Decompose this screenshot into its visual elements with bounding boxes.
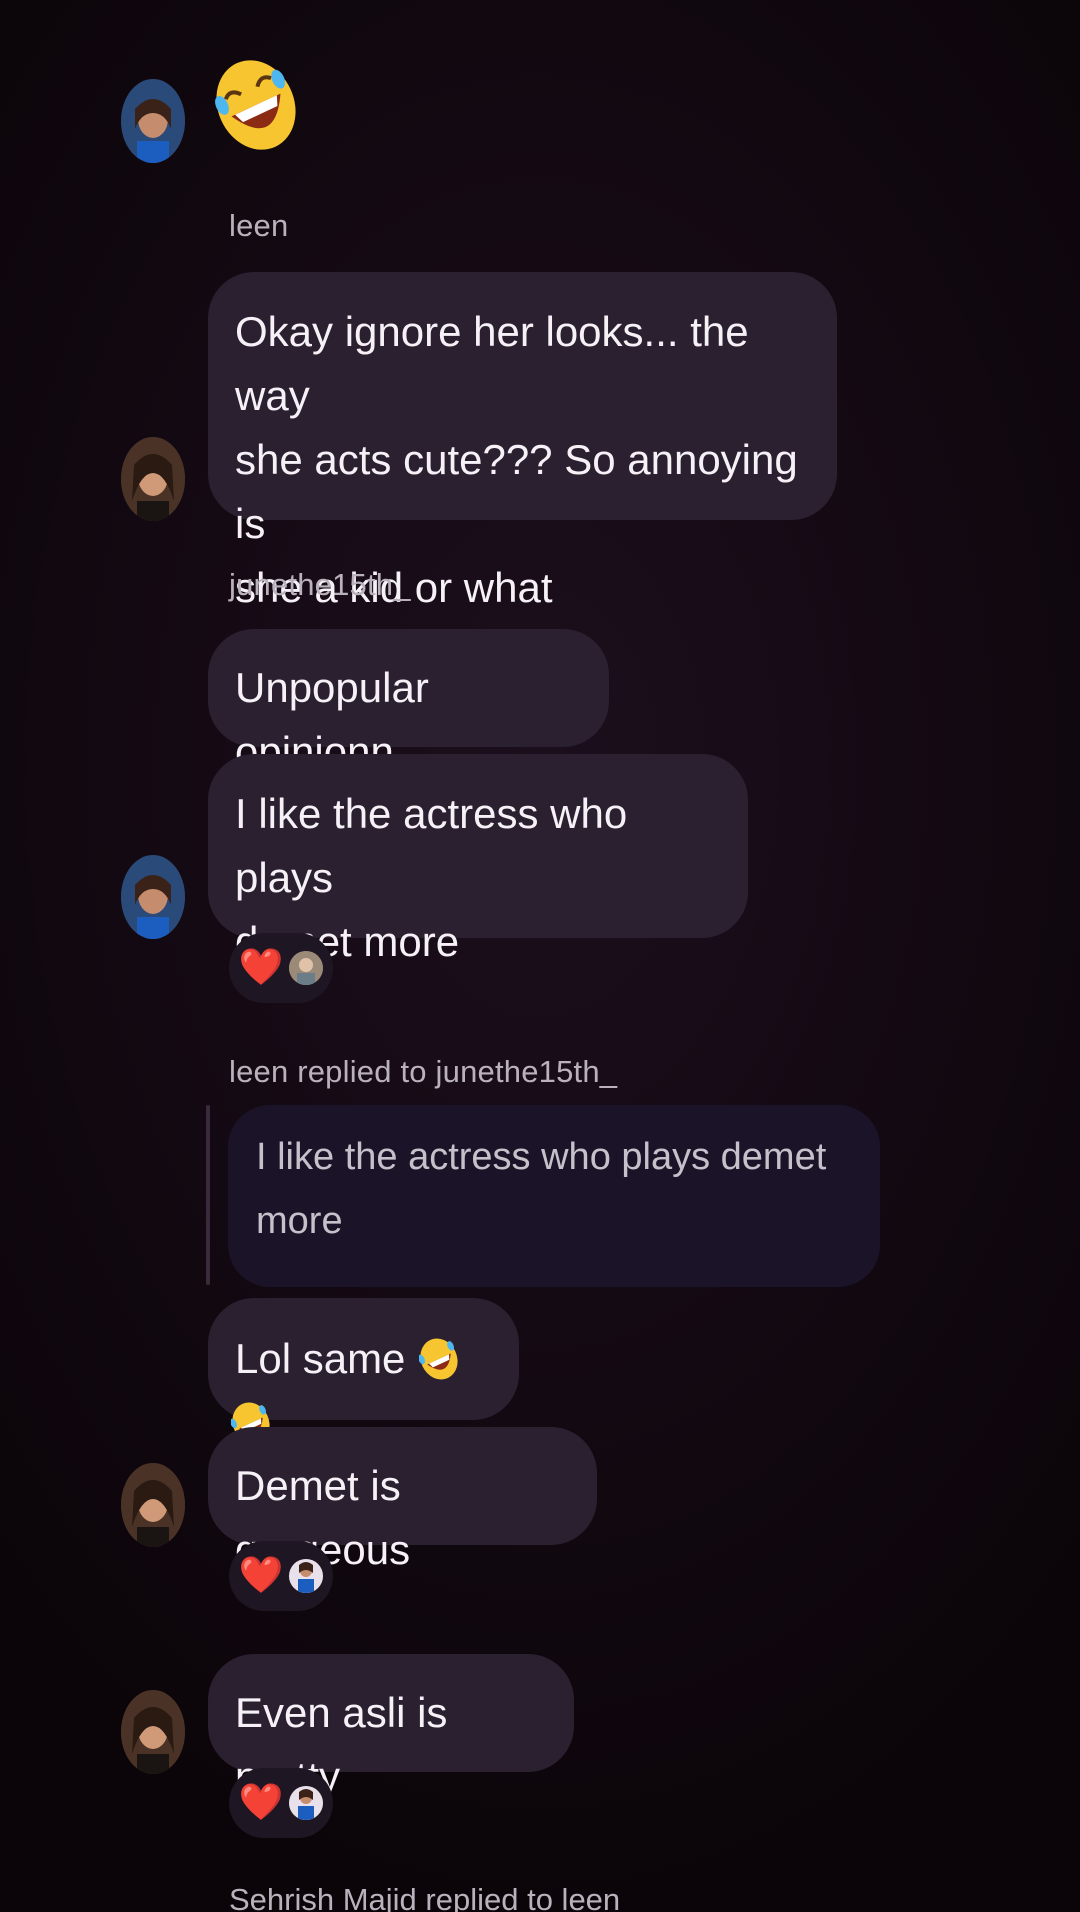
reaction-pill[interactable]: ❤️ [229, 1541, 333, 1611]
message-bubble[interactable]: Lol same [208, 1298, 519, 1444]
message-line: Okay ignore her looks... the way [235, 308, 749, 419]
message-bubble[interactable]: Even asli is pretty [208, 1654, 574, 1800]
message-bubble[interactable]: Okay ignore her looks... the way she act… [208, 272, 837, 611]
sender-name: leen [229, 208, 289, 243]
quote-line: I like the actress who plays demet [256, 1136, 827, 1178]
quote-line: more [256, 1200, 343, 1242]
reply-indicator-bar [206, 1105, 210, 1285]
reply-header: leen replied to junethe15th_ [229, 1054, 618, 1089]
reaction-pill[interactable]: ❤️ [229, 1768, 333, 1838]
quoted-message[interactable]: I like the actress who plays demet more [228, 1105, 880, 1287]
reaction-pill[interactable]: ❤️ [229, 933, 333, 1003]
avatar[interactable] [121, 855, 185, 939]
message-bubble[interactable]: Demet is gorgeous [208, 1427, 597, 1573]
heart-icon: ❤️ [238, 1555, 284, 1596]
reactor-avatar [289, 1786, 324, 1820]
avatar[interactable] [121, 79, 185, 163]
sender-name: junethe15th_ [229, 567, 411, 602]
heart-icon: ❤️ [238, 947, 284, 988]
reply-header: Sehrish Majid replied to leen [229, 1882, 621, 1912]
message-bubble[interactable]: I like the actress who plays demet more [208, 754, 748, 965]
rolling-on-floor-laughing-emoji [418, 1335, 459, 1383]
avatar[interactable] [121, 1463, 185, 1547]
rolling-on-floor-laughing-emoji[interactable] [215, 53, 297, 157]
chat-thread: leen Okay ignore her looks... the way sh… [0, 0, 1080, 1912]
reactor-avatar [289, 1559, 324, 1593]
message-line: I like the actress who plays [235, 790, 628, 901]
reactor-avatar [289, 951, 324, 985]
avatar[interactable] [121, 437, 185, 521]
message-line: she acts cute??? So annoying is [235, 436, 798, 547]
message-bubble[interactable]: Unpopular opinionn [208, 629, 609, 775]
heart-icon: ❤️ [238, 1782, 284, 1823]
message-text: Lol same [235, 1335, 406, 1382]
avatar[interactable] [121, 1690, 185, 1774]
